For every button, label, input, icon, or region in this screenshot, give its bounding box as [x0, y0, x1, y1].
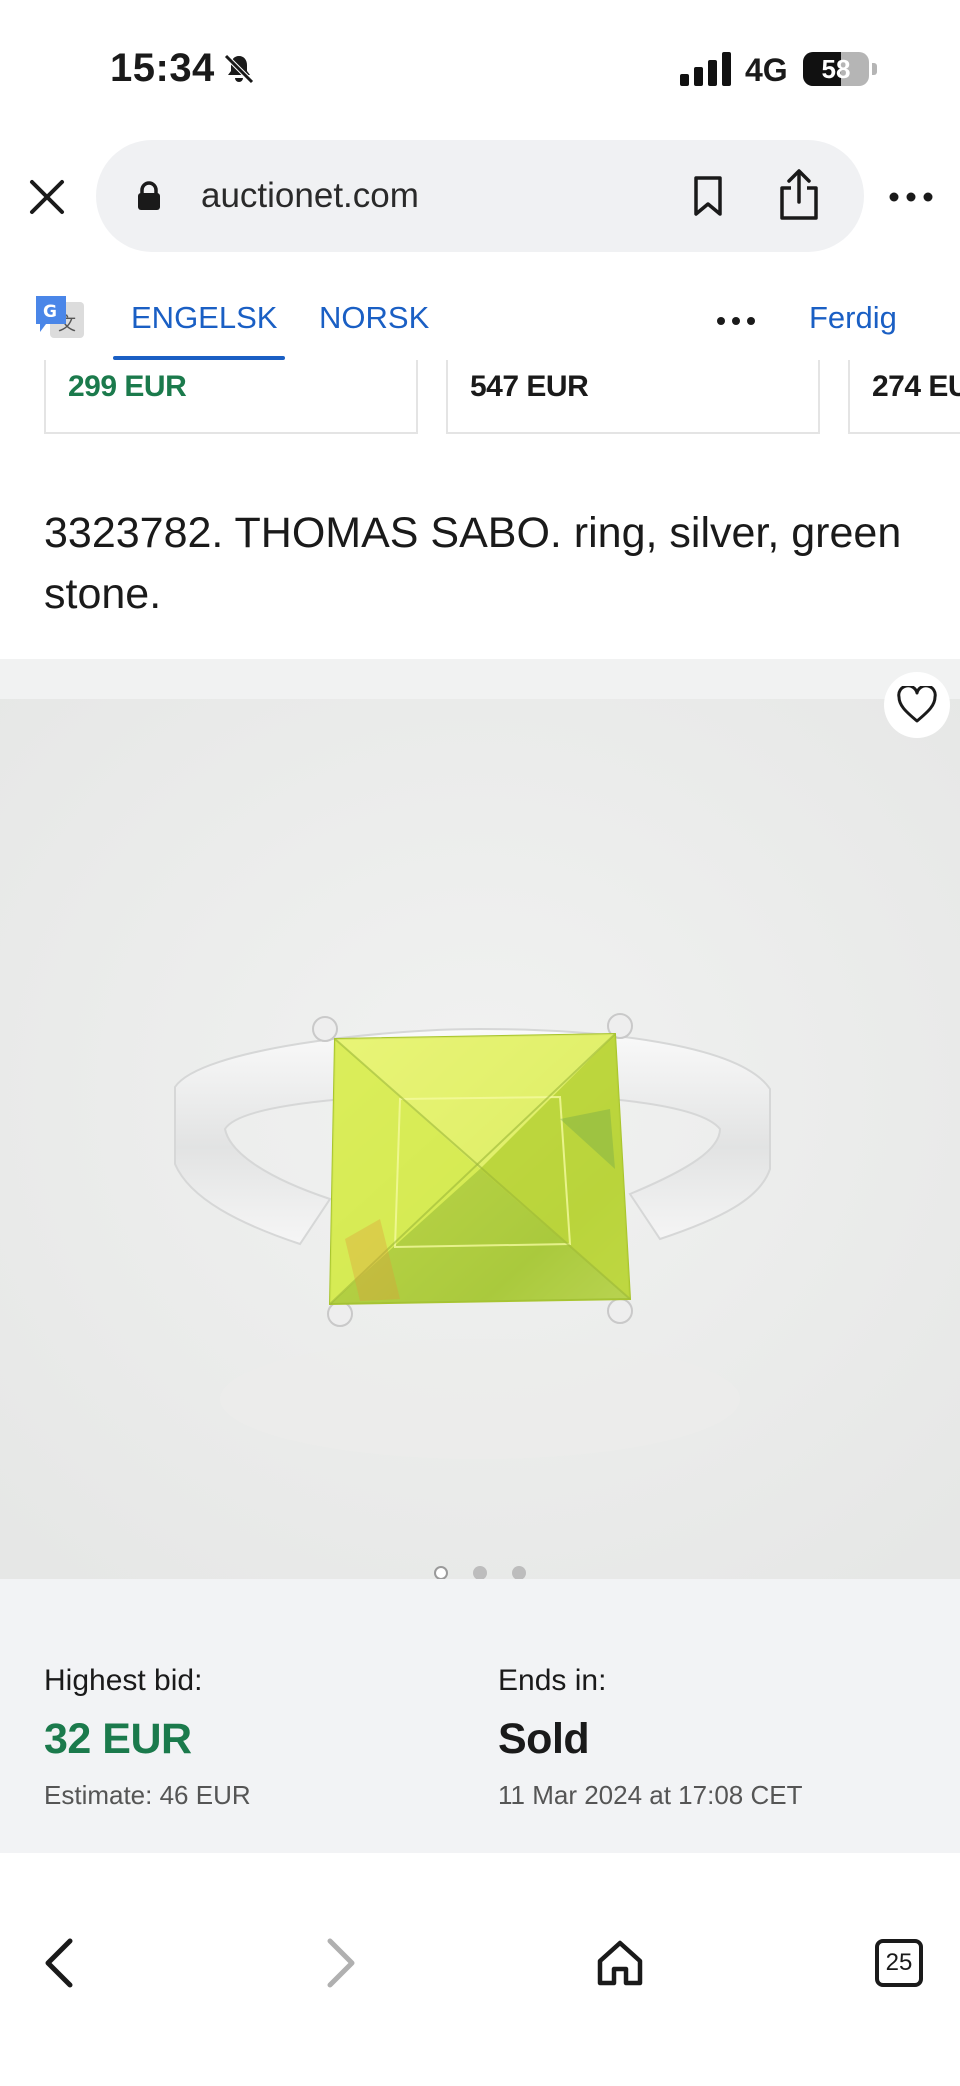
network-type: 4G: [745, 52, 788, 88]
related-item-card[interactable]: 299 EUR: [44, 360, 418, 434]
ends-in-label: Ends in:: [498, 1664, 607, 1697]
lock-icon: [138, 181, 160, 210]
tab-count: 25: [885, 1949, 913, 1976]
signal-icon: [680, 52, 731, 86]
done-button[interactable]: Ferdig: [809, 300, 897, 336]
status-time: 15:34: [110, 46, 215, 90]
battery-icon: 58: [803, 52, 879, 86]
share-icon[interactable]: [776, 168, 822, 222]
pagination-dot[interactable]: [512, 1566, 526, 1580]
forward-arrow-icon[interactable]: [320, 1935, 360, 1991]
listing-title: 3323782. THOMAS SABO. ring, silver, gree…: [44, 509, 902, 618]
svg-text:G: G: [43, 302, 57, 322]
google-translate-icon: 文 G: [36, 296, 84, 338]
home-icon[interactable]: [594, 1937, 646, 1989]
highest-bid-value: 32 EUR: [44, 1715, 192, 1763]
related-item-price: 299 EUR: [68, 370, 187, 403]
battery-percent: 58: [821, 54, 851, 84]
tabs-button[interactable]: 25: [875, 1939, 923, 1987]
address-bar[interactable]: auctionet.com: [96, 140, 864, 252]
related-item-card[interactable]: 547 EUR: [446, 360, 820, 434]
close-icon[interactable]: [22, 172, 72, 222]
browser-toolbar: auctionet.com: [0, 140, 960, 252]
pagination-dot[interactable]: [473, 1566, 487, 1580]
estimate-text: Estimate: 46 EUR: [44, 1780, 251, 1810]
bookmark-icon[interactable]: [690, 174, 726, 218]
more-icon[interactable]: [888, 190, 934, 204]
highest-bid-label: Highest bid:: [44, 1664, 203, 1697]
product-image-gallery[interactable]: [0, 659, 960, 1579]
translate-bar: 文 G ENGELSK NORSK Ferdig: [0, 280, 960, 360]
related-items-carousel: 299 EUR 547 EUR 274 EUR: [0, 360, 960, 436]
browser-bottom-nav: 25: [0, 1853, 960, 2086]
tab-norwegian[interactable]: NORSK: [319, 300, 429, 336]
related-item-card[interactable]: 274 EUR: [848, 360, 960, 434]
heart-icon: [897, 686, 937, 723]
related-item-price: 547 EUR: [470, 370, 589, 403]
translate-more-icon[interactable]: [716, 316, 756, 326]
url-text: auctionet.com: [201, 176, 419, 215]
tab-english[interactable]: ENGELSK: [131, 300, 277, 336]
product-photo[interactable]: [0, 699, 960, 1579]
ends-in-value: Sold: [498, 1715, 590, 1763]
favorite-button[interactable]: [884, 672, 950, 738]
related-item-price: 274 EUR: [872, 370, 960, 403]
status-bar: 15:34 4G 58: [0, 0, 960, 130]
bell-muted-icon: [224, 54, 254, 84]
bid-panel: Highest bid: 32 EUR Estimate: 46 EUR End…: [0, 1579, 960, 1853]
pagination-dot[interactable]: [434, 1566, 448, 1580]
end-date: 11 Mar 2024 at 17:08 CET: [498, 1780, 803, 1810]
back-arrow-icon[interactable]: [40, 1935, 80, 1991]
page: 15:34 4G 58 auctionet.com 文 G ENGELSK NO…: [0, 0, 960, 2086]
